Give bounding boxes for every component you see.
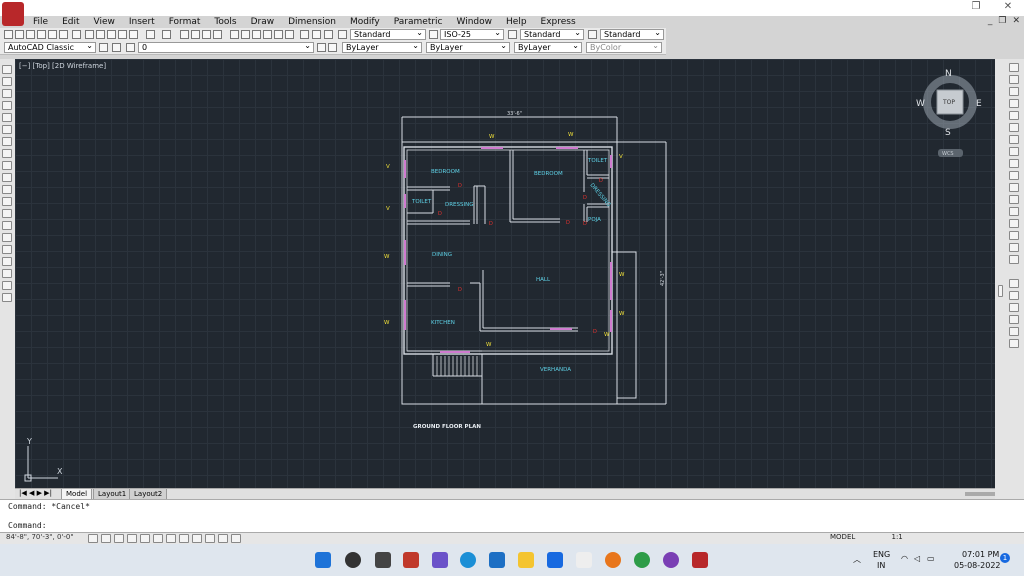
autocad-taskbar-icon[interactable] <box>692 552 708 568</box>
viewcube-face-top[interactable]: TOP <box>942 99 955 106</box>
ortho-icon[interactable] <box>114 534 124 543</box>
dropbox-icon[interactable] <box>547 552 563 568</box>
room-label-toilet-left: TOILET <box>411 199 432 205</box>
task-view-icon[interactable] <box>375 552 391 568</box>
room-label-kitchen: KITCHEN <box>431 320 455 326</box>
viewcube-north[interactable]: N <box>945 69 952 79</box>
window-tag: W <box>568 132 574 138</box>
file-explorer-icon[interactable] <box>518 552 534 568</box>
command-history: Command: *Cancel* <box>8 502 90 511</box>
room-label-hall: HALL <box>536 277 551 283</box>
status-right: MODEL 1:1 <box>830 533 903 541</box>
ucs-x-label: X <box>57 467 63 476</box>
chrome-icon[interactable] <box>634 552 650 568</box>
door-tag: D <box>583 195 587 201</box>
door-tag: D <box>489 221 493 227</box>
ucs-y-label: Y <box>26 437 32 446</box>
window-tag: W <box>384 320 390 326</box>
viewcube-west[interactable]: W <box>916 99 925 109</box>
tab-nav-arrows-icon[interactable]: |◀ ◀ ▶ ▶| <box>19 489 52 497</box>
otrack-icon[interactable] <box>153 534 163 543</box>
firefox-icon[interactable] <box>605 552 621 568</box>
teams-icon[interactable] <box>432 552 448 568</box>
battery-icon[interactable]: ▭ <box>927 554 935 563</box>
room-label-bedroom-right: BEDROOM <box>534 171 563 177</box>
grid-icon[interactable] <box>101 534 111 543</box>
height-dimension-text: 42'-3" <box>660 271 666 286</box>
window-tag: W <box>619 272 625 278</box>
clock-date[interactable]: 05-08-2022 <box>954 561 1001 570</box>
windows-taskbar <box>0 544 1024 576</box>
door-tag: D <box>566 220 570 226</box>
search-icon[interactable] <box>345 552 361 568</box>
command-input[interactable]: Command: <box>8 521 47 530</box>
clock-time[interactable]: 07:01 PM <box>962 550 999 559</box>
horizontal-scrollbar[interactable] <box>965 492 995 496</box>
ducs-icon[interactable] <box>166 534 176 543</box>
notification-badge[interactable]: 1 <box>1000 553 1010 563</box>
polar-icon[interactable] <box>127 534 137 543</box>
door-tag: D <box>458 287 462 293</box>
selection-cycling-icon[interactable] <box>231 534 241 543</box>
window-tag: W <box>489 134 495 140</box>
app-icon[interactable] <box>403 552 419 568</box>
windows-start-icon[interactable] <box>315 552 331 568</box>
annotation-scale[interactable]: 1:1 <box>892 533 903 541</box>
window-tag: W <box>486 342 492 348</box>
room-label-pooja: POJA <box>588 217 601 223</box>
room-label-dressing-left: DRESSING <box>445 202 474 208</box>
app-s-icon[interactable] <box>576 552 592 568</box>
volume-icon[interactable]: ◁ <box>914 554 920 563</box>
wifi-icon[interactable]: ◠ <box>901 554 908 563</box>
osnap-icon[interactable] <box>140 534 150 543</box>
window-tag: W <box>619 311 625 317</box>
window-tag: W <box>604 332 610 338</box>
door-tag: D <box>438 211 442 217</box>
edge-icon[interactable] <box>460 552 476 568</box>
viewcube-east[interactable]: E <box>976 99 982 109</box>
width-dimension-text: 33'-6" <box>507 111 522 117</box>
door-tag: D <box>599 178 603 184</box>
lineweight-icon[interactable] <box>192 534 202 543</box>
chevron-up-icon[interactable]: ︿ <box>853 554 861 565</box>
drawing-title: GROUND FLOOR PLAN <box>413 424 481 430</box>
model-space-toggle[interactable]: MODEL <box>830 533 855 541</box>
status-toggles <box>88 534 241 543</box>
vent-tag: V <box>386 206 390 212</box>
language-secondary[interactable]: IN <box>877 561 885 570</box>
chrome-profile-icon[interactable] <box>663 552 679 568</box>
ucs-icon <box>24 446 58 482</box>
snap-icon[interactable] <box>88 534 98 543</box>
door-tag: D <box>583 221 587 227</box>
room-label-bedroom-left: BEDROOM <box>431 169 460 175</box>
coordinate-readout[interactable]: 84'-8", 70'-3", 0'-0" <box>6 533 74 541</box>
door-tag: D <box>593 329 597 335</box>
viewcube-south[interactable]: S <box>945 128 951 138</box>
door-tag: D <box>458 183 462 189</box>
window-tag: W <box>384 254 390 260</box>
transparency-icon[interactable] <box>205 534 215 543</box>
mail-icon[interactable] <box>489 552 505 568</box>
room-label-verhanda: VERHANDA <box>540 367 571 373</box>
room-label-dining: DINING <box>432 252 452 258</box>
command-window <box>0 499 1024 533</box>
quick-properties-icon[interactable] <box>218 534 228 543</box>
wcs-label[interactable]: WCS <box>942 151 954 157</box>
dyn-icon[interactable] <box>179 534 189 543</box>
room-label-toilet-right: TOILET <box>587 158 608 164</box>
language-primary[interactable]: ENG <box>873 550 890 559</box>
vent-tag: V <box>619 154 623 160</box>
vent-tag: V <box>386 164 390 170</box>
